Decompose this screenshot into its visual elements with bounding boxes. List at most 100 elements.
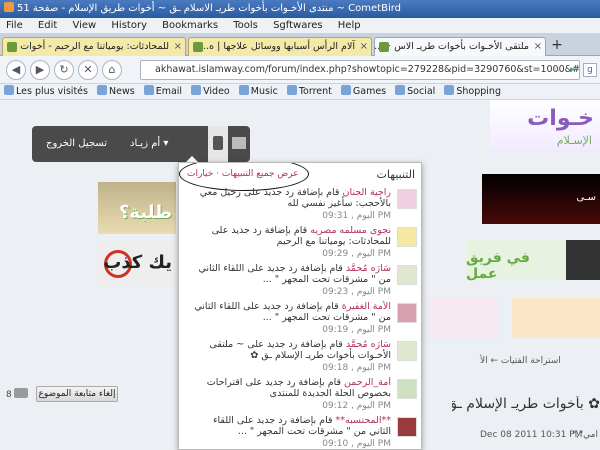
notification-item[interactable]: سَارَه مُحمَّد قام بإضافة رد جديد على ال… [185, 263, 417, 299]
notification-text: سَارَه مُحمَّد قام بإضافة رد جديد على ~ … [193, 339, 391, 361]
url-bar[interactable]: akhawat.islamway.com/forum/index.php?sho… [140, 60, 580, 80]
notification-sender[interactable]: الأمة الغفيرة [342, 301, 391, 312]
tab-label: ملتقى الأخـوات بأخوات طريـ الاس ~ ... [374, 41, 529, 52]
tab-close-icon[interactable]: × [174, 38, 182, 56]
breadcrumb[interactable]: استراحة الفتيات ← الأ [480, 356, 561, 366]
tab-2[interactable]: آلام الرأس أسبابها ووسائل علاجها | ه... … [188, 37, 372, 56]
notification-text: **المحتسبه** قام بإضافة رد جديد على اللق… [193, 415, 391, 437]
topic-title: ✿ بأخوات طريـ الإسلام ـق ~ [452, 396, 600, 412]
side-banner-1[interactable]: طلبة؟ [98, 182, 176, 234]
notification-time: اليوم , 09:12 PM [322, 401, 391, 411]
notification-time: اليوم , 09:29 PM [322, 249, 391, 259]
right-banner-2[interactable]: في فريق عمل [466, 240, 600, 282]
avatar [397, 189, 417, 209]
bookmark-icon [4, 85, 14, 95]
notification-item[interactable]: راجية الجنان قام بإضافة رد جديد على رحيل… [185, 187, 417, 223]
site-logo[interactable]: خـوات الإسـلام [490, 100, 600, 152]
tab-1[interactable]: للمحادثات: يومياتنا مع الرحيم - أخوات ..… [2, 37, 186, 56]
banner-text: في فريق عمل [466, 250, 530, 282]
menu-bookmarks[interactable]: Bookmarks [162, 20, 218, 31]
notification-time: اليوم , 09:10 PM [322, 439, 391, 449]
post-date: Dec 08 2011 10:31 PM [480, 430, 583, 440]
tab-3[interactable]: ملتقى الأخـوات بأخوات طريـ الاس ~ ... × [374, 37, 546, 56]
bookmark-video[interactable]: Video [191, 85, 230, 97]
menu-view[interactable]: View [72, 20, 96, 31]
notification-sender[interactable]: **المحتسبه** [336, 415, 391, 426]
user-menu[interactable]: أم زيـاد ▾ [130, 138, 168, 149]
notification-item[interactable]: سَارَه مُحمَّد قام بإضافة رد جديد على ~ … [185, 339, 417, 375]
notifications-button[interactable] [208, 126, 228, 162]
menu-sgftwares[interactable]: Sgftwares [273, 20, 323, 31]
tab-close-icon[interactable]: × [534, 38, 542, 56]
bookmark-games[interactable]: Games [340, 85, 386, 97]
bookmark-shopping[interactable]: Shopping [444, 85, 501, 97]
tab-close-icon[interactable]: × [360, 38, 368, 56]
bookmark-star-icon[interactable]: ☆ [552, 61, 561, 79]
side-banner-2[interactable]: يك كذب [98, 242, 176, 286]
reload-button[interactable]: ↻ [54, 60, 74, 80]
bookmark-icon [143, 85, 154, 95]
bookmark-icon [395, 85, 406, 95]
bookmark-music[interactable]: Music [238, 85, 278, 97]
notification-time: اليوم , 09:18 PM [322, 363, 391, 373]
notification-item[interactable]: نجوى مسلمه مصريه قام بإضافة رد جديد على … [185, 225, 417, 261]
bookmark-icon [340, 85, 351, 95]
notification-icon [213, 136, 223, 150]
notification-text: راجية الجنان قام بإضافة رد جديد على رحيل… [193, 187, 391, 209]
poster-name[interactable]: امي"," [572, 430, 598, 440]
tab-label: آلام الرأس أسبابها ووسائل علاجها | ه... [200, 41, 355, 52]
menu-file[interactable]: File [6, 20, 23, 31]
notification-sender[interactable]: سَارَه مُحمَّد [346, 263, 391, 274]
stop-button[interactable]: ✕ [78, 60, 98, 80]
menu-edit[interactable]: Edit [38, 20, 57, 31]
avatar [397, 265, 417, 285]
window-title: منتدى الأخـوات بأخوات طريـ الاسلام ـق ~ … [17, 3, 402, 14]
back-button[interactable]: ◀ [6, 60, 26, 80]
notification-time: اليوم , 09:19 PM [322, 325, 391, 335]
notification-sender[interactable]: نجوى مسلمه مصريه [310, 225, 391, 236]
avatar [397, 417, 417, 437]
notification-sender[interactable]: سَارَه مُحمَّد [346, 339, 391, 350]
avatar [397, 303, 417, 323]
title-bar: منتدى الأخـوات بأخوات طريـ الاسلام ـق ~ … [0, 0, 600, 18]
bookmark-torrent[interactable]: Torrent [286, 85, 332, 97]
notification-item[interactable]: أمة_الرحمن قام بإضافة رد جديد على اقتراح… [185, 377, 417, 413]
bookmark-social[interactable]: Social [395, 85, 435, 97]
notification-sender[interactable]: راجية الجنان [343, 187, 391, 198]
right-banner-3[interactable] [512, 298, 600, 338]
follow-count: 8 [6, 388, 30, 400]
home-button[interactable]: ⌂ [102, 60, 122, 80]
bookmark-most-visited[interactable]: Les plus visités [4, 85, 88, 97]
tab-favicon [379, 42, 389, 52]
bookmark-email[interactable]: Email [143, 85, 182, 97]
logo-text: خـوات [527, 106, 594, 131]
banner-text: سـى [576, 192, 596, 203]
notification-item[interactable]: الأمة الغفيرة قام بإضافة رد جديد على الل… [185, 301, 417, 337]
avatar [397, 227, 417, 247]
notification-sender[interactable]: أمة_الرحمن [344, 377, 391, 388]
banner-image [566, 240, 600, 280]
nav-bar: ◀ ▶ ↻ ✕ ⌂ akhawat.islamway.com/forum/ind… [0, 56, 600, 84]
bookmark-news[interactable]: News [97, 85, 135, 97]
mail-icon[interactable] [232, 137, 246, 149]
user-bar: تسجيل الخروج أم زيـاد ▾ [32, 126, 250, 162]
tab-favicon [7, 42, 17, 52]
bookmark-icon [97, 85, 108, 95]
notification-item[interactable]: **المحتسبه** قام بإضافة رد جديد على اللق… [185, 415, 417, 449]
logout-link[interactable]: تسجيل الخروج [46, 138, 107, 149]
tab-favicon [193, 42, 203, 52]
new-tab-button[interactable]: + [548, 38, 566, 54]
bookmarks-bar: Les plus visités News Email Video Music … [0, 84, 600, 100]
notification-text: نجوى مسلمه مصريه قام بإضافة رد جديد على … [193, 225, 391, 247]
unfollow-topic-button[interactable]: إلغاء متابعة الموضوع [36, 386, 118, 402]
menu-history[interactable]: History [111, 20, 147, 31]
avatar [397, 379, 417, 399]
menu-help[interactable]: Help [338, 20, 361, 31]
app-icon [4, 2, 14, 12]
right-banner-1[interactable]: سـى [482, 174, 600, 224]
right-banner-4[interactable] [430, 298, 498, 338]
menu-tools[interactable]: Tools [233, 20, 258, 31]
go-icon[interactable]: ▸ [570, 61, 575, 79]
search-engine-icon[interactable]: g [583, 63, 597, 77]
forward-button[interactable]: ▶ [30, 60, 50, 80]
